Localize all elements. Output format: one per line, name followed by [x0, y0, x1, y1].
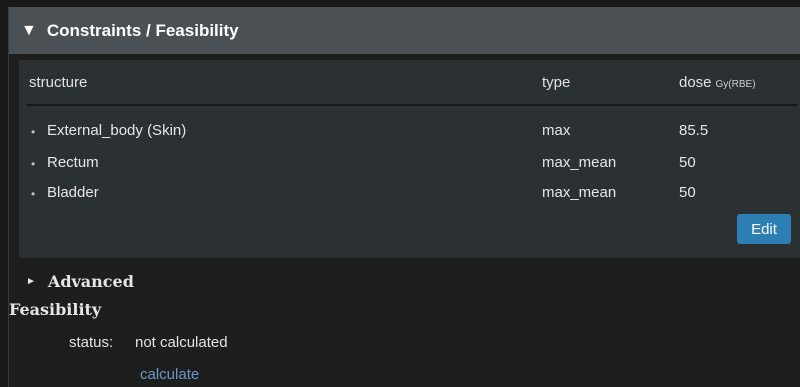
advanced-label[interactable]: Advanced: [48, 272, 134, 291]
edit-button[interactable]: Edit: [737, 214, 791, 244]
structure-cell: Bladder: [47, 184, 99, 201]
feasibility-title: Feasibility: [9, 300, 102, 319]
bullet-icon: •: [31, 157, 36, 171]
type-cell: max_mean: [542, 184, 617, 201]
table-row: • Bladder max_mean 50: [19, 184, 800, 206]
calculate-link[interactable]: calculate: [140, 366, 199, 383]
column-header-type: type: [542, 74, 571, 91]
dose-cell: 50: [679, 184, 696, 201]
type-cell: max_mean: [542, 154, 617, 171]
triangle-right-icon[interactable]: ►: [26, 276, 36, 287]
dose-cell: 85.5: [679, 122, 709, 139]
constraints-table: structure type dose Gy(RBE) • External_bo…: [19, 60, 800, 258]
dose-cell: 50: [679, 154, 696, 171]
triangle-down-icon[interactable]: ▼: [21, 22, 37, 40]
structure-cell: Rectum: [47, 154, 99, 171]
column-header-dose-label: dose: [679, 74, 712, 91]
status-value: not calculated: [135, 334, 228, 351]
constraints-feasibility-panel: ▼ Constraints / Feasibility structure ty…: [8, 7, 800, 387]
panel-title: Constraints / Feasibility: [46, 20, 239, 40]
column-header-structure: structure: [29, 74, 88, 91]
dose-unit: Gy(RBE): [715, 79, 756, 90]
bullet-icon: •: [31, 187, 36, 201]
header-divider: [27, 104, 797, 106]
column-header-dose: dose Gy(RBE): [679, 74, 756, 91]
type-cell: max: [542, 122, 571, 139]
panel-header[interactable]: ▼ Constraints / Feasibility: [9, 7, 800, 54]
advanced-toggle[interactable]: ► Advanced: [26, 270, 134, 292]
structure-cell: External_body (Skin): [47, 122, 187, 139]
status-label: status:: [69, 334, 114, 351]
bullet-icon: •: [31, 125, 36, 139]
table-row: • Rectum max_mean 50: [19, 154, 800, 176]
table-row: • External_body (Skin) max 85.5: [19, 122, 800, 144]
